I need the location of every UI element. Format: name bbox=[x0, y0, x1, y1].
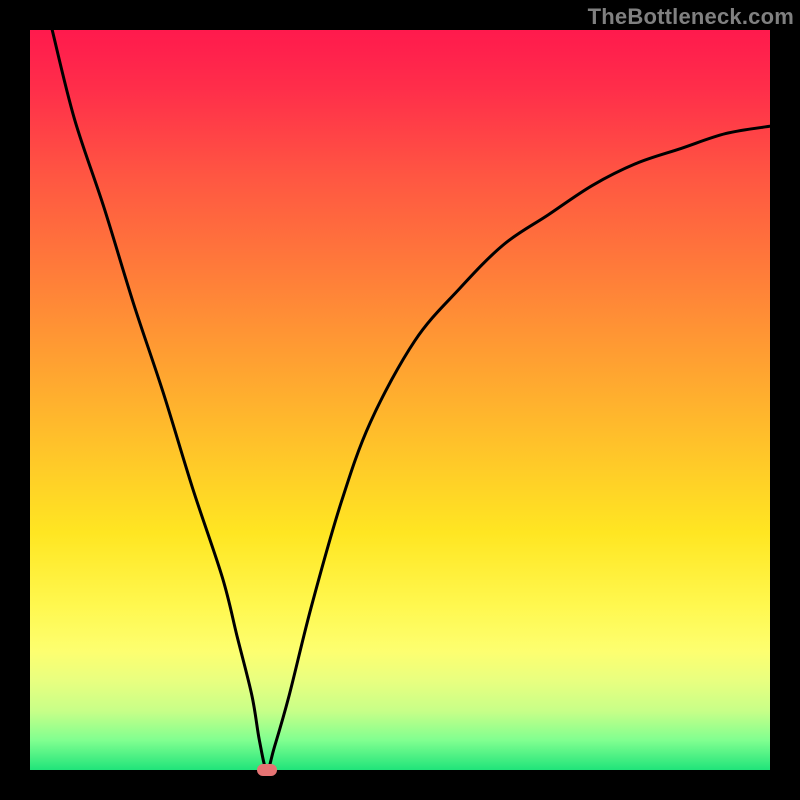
curve-svg bbox=[30, 30, 770, 770]
min-marker bbox=[257, 764, 277, 776]
watermark-text: TheBottleneck.com bbox=[588, 4, 794, 30]
plot-area bbox=[30, 30, 770, 770]
bottleneck-curve bbox=[52, 30, 770, 770]
chart-container: TheBottleneck.com bbox=[0, 0, 800, 800]
